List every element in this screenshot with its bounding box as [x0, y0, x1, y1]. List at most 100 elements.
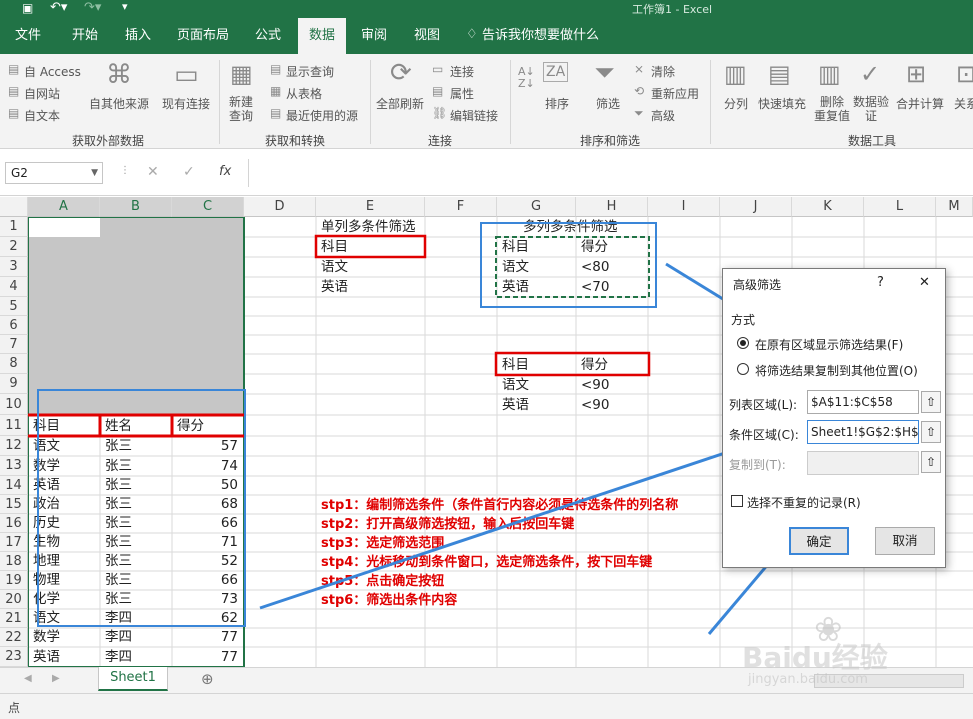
table-cell[interactable]: 张三 — [102, 533, 132, 552]
other-sources-button[interactable]: 自其他来源 — [89, 95, 149, 112]
table-header[interactable]: 得分 — [174, 416, 204, 436]
cell-g2[interactable]: 科目 — [499, 237, 529, 257]
row-header[interactable]: 12 — [0, 436, 28, 456]
cell-e1[interactable]: 单列多条件筛选 — [318, 217, 416, 237]
collapse-dialog-icon[interactable]: ⇧ — [921, 391, 941, 413]
table-cell[interactable]: 化学 — [30, 590, 60, 609]
cell-g10[interactable]: 英语 — [499, 395, 529, 415]
column-header[interactable]: D — [244, 197, 316, 217]
cell-g4[interactable]: 英语 — [499, 277, 529, 297]
row-header[interactable]: 19 — [0, 571, 28, 590]
table-cell[interactable]: 77 — [172, 628, 244, 647]
scroll-right-icon[interactable]: ▶ — [52, 673, 60, 684]
from-web-button[interactable]: 自网站 — [24, 85, 60, 102]
table-cell[interactable]: 英语 — [30, 476, 60, 495]
unique-records-checkbox[interactable] — [731, 495, 743, 507]
table-cell[interactable]: 张三 — [102, 590, 132, 609]
table-cell[interactable]: 语文 — [30, 436, 60, 456]
row-header[interactable]: 3 — [0, 257, 28, 277]
new-query-button[interactable]: 新建 查询 — [229, 95, 253, 123]
table-cell[interactable]: 张三 — [102, 456, 132, 476]
table-cell[interactable]: 政治 — [30, 495, 60, 514]
tab-page-layout[interactable]: 页面布局 — [170, 18, 236, 54]
table-cell[interactable]: 68 — [172, 495, 244, 514]
data-validation-button[interactable]: 数据验 证 — [853, 95, 889, 123]
row-header[interactable]: 5 — [0, 297, 28, 316]
column-header[interactable]: C — [172, 197, 244, 217]
row-header[interactable]: 16 — [0, 514, 28, 533]
column-header[interactable]: M — [936, 197, 973, 217]
remove-duplicates-button[interactable]: 删除 重复值 — [814, 95, 850, 123]
reapply-button[interactable]: 重新应用 — [651, 85, 699, 102]
row-header[interactable]: 2 — [0, 237, 28, 257]
cell-g9[interactable]: 语文 — [499, 375, 529, 395]
table-cell[interactable]: 生物 — [30, 533, 60, 552]
row-header[interactable]: 17 — [0, 533, 28, 552]
chevron-down-icon[interactable]: ▼ — [91, 163, 98, 183]
table-cell[interactable]: 李四 — [102, 609, 132, 628]
table-header[interactable]: 姓名 — [102, 416, 132, 436]
column-header[interactable]: K — [792, 197, 864, 217]
from-access-button[interactable]: 自 Access — [24, 63, 81, 80]
help-button[interactable]: ? — [877, 275, 884, 290]
refresh-all-button[interactable]: 全部刷新 — [376, 95, 424, 112]
from-table-button[interactable]: 从表格 — [286, 85, 322, 102]
table-cell[interactable]: 73 — [172, 590, 244, 609]
row-header[interactable]: 23 — [0, 647, 28, 667]
show-queries-button[interactable]: 显示查询 — [286, 63, 334, 80]
radio-in-place-label[interactable]: 在原有区域显示筛选结果(F) — [755, 336, 903, 353]
table-cell[interactable]: 71 — [172, 533, 244, 552]
select-all-corner[interactable] — [0, 197, 28, 217]
row-header[interactable]: 1 — [0, 217, 28, 237]
tab-file[interactable]: 文件 — [4, 18, 52, 54]
clear-button[interactable]: 清除 — [651, 63, 675, 80]
row-header[interactable]: 21 — [0, 609, 28, 628]
save-icon[interactable]: ▣ — [22, 1, 33, 15]
table-cell[interactable]: 历史 — [30, 514, 60, 533]
formula-input[interactable] — [248, 159, 973, 187]
table-cell[interactable]: 物理 — [30, 571, 60, 590]
cell-h3[interactable]: <80 — [578, 257, 610, 277]
from-text-button[interactable]: 自文本 — [24, 107, 60, 124]
table-cell[interactable]: 数学 — [30, 456, 60, 476]
row-header[interactable]: 10 — [0, 394, 28, 415]
filter-button[interactable]: 筛选 — [596, 95, 620, 112]
sort-button[interactable]: 排序 — [545, 95, 569, 112]
table-cell[interactable]: 张三 — [102, 552, 132, 571]
table-cell[interactable]: 62 — [172, 609, 244, 628]
table-cell[interactable]: 地理 — [30, 552, 60, 571]
cell-h10[interactable]: <90 — [578, 395, 610, 415]
properties-button[interactable]: 属性 — [450, 85, 474, 102]
tab-data[interactable]: 数据 — [298, 18, 346, 54]
cell-e3[interactable]: 语文 — [318, 257, 348, 277]
cell-h2[interactable]: 得分 — [578, 237, 608, 257]
ok-button[interactable]: 确定 — [789, 527, 849, 555]
row-header[interactable]: 13 — [0, 456, 28, 476]
table-cell[interactable]: 李四 — [102, 647, 132, 667]
tab-insert[interactable]: 插入 — [114, 18, 162, 54]
table-cell[interactable]: 77 — [172, 647, 244, 667]
cell-g3[interactable]: 语文 — [499, 257, 529, 277]
undo-icon[interactable]: ↶▾ — [50, 0, 67, 15]
row-header[interactable]: 22 — [0, 628, 28, 647]
table-cell[interactable]: 张三 — [102, 571, 132, 590]
tab-view[interactable]: 视图 — [403, 18, 451, 54]
column-header[interactable]: G — [497, 197, 576, 217]
criteria-range-input[interactable]: Sheet1!$G$2:$H$4 — [807, 420, 919, 444]
table-cell[interactable]: 74 — [172, 456, 244, 476]
row-header[interactable]: 9 — [0, 374, 28, 394]
table-cell[interactable]: 张三 — [102, 436, 132, 456]
cell-h4[interactable]: <70 — [578, 277, 610, 297]
cell-g8[interactable]: 科目 — [499, 355, 529, 375]
advanced-filter-button[interactable]: 高级 — [651, 107, 675, 124]
row-header[interactable]: 18 — [0, 552, 28, 571]
cancel-icon[interactable]: ✕ — [147, 164, 159, 180]
text-to-columns-button[interactable]: 分列 — [724, 95, 748, 112]
unique-records-label[interactable]: 选择不重复的记录(R) — [747, 494, 861, 511]
row-header[interactable]: 20 — [0, 590, 28, 609]
table-cell[interactable]: 张三 — [102, 476, 132, 495]
tab-formulas[interactable]: 公式 — [244, 18, 292, 54]
table-cell[interactable]: 张三 — [102, 495, 132, 514]
radio-copy-to-label[interactable]: 将筛选结果复制到其他位置(O) — [755, 362, 918, 379]
collapse-dialog-icon[interactable]: ⇧ — [921, 421, 941, 443]
